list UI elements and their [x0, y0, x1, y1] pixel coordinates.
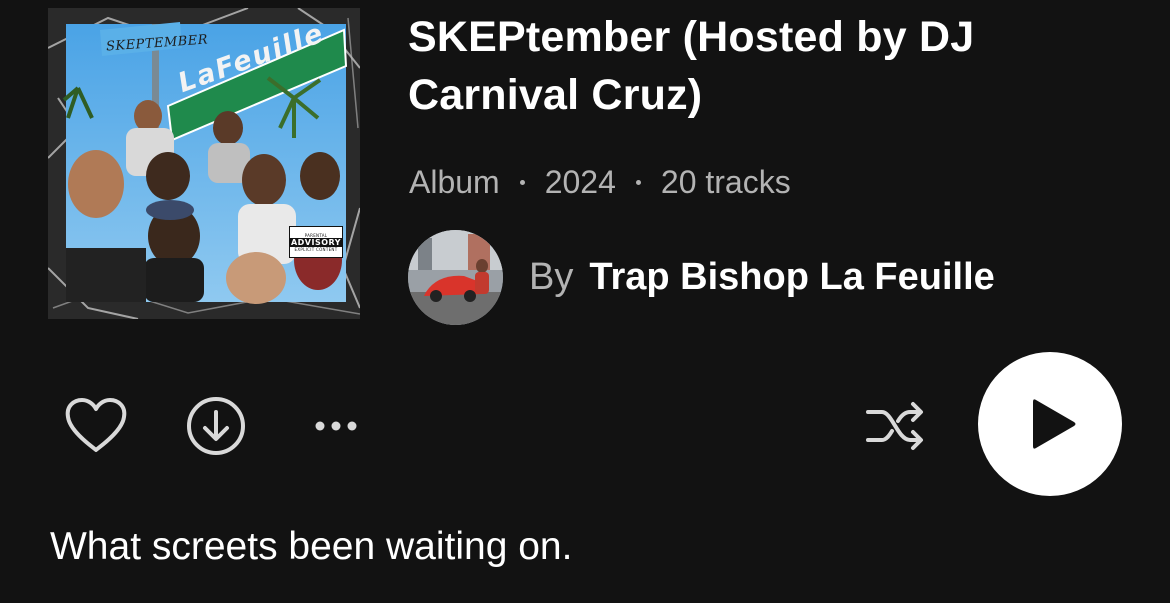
download-circle-icon — [187, 397, 245, 455]
album-description: What screets been waiting on. — [50, 525, 573, 568]
artist-row[interactable]: By Trap Bishop La Feuille — [408, 230, 995, 325]
play-icon — [1033, 399, 1076, 449]
like-button[interactable] — [62, 394, 130, 458]
heart-outline-icon — [65, 398, 127, 452]
album-type: Album — [409, 164, 500, 200]
album-title: SKEPtember (Hosted by DJ Carnival Cruz) — [408, 13, 975, 119]
meta-separator-dot — [635, 179, 641, 185]
album-track-count: 20 tracks — [660, 164, 791, 200]
artist-name-link[interactable]: Trap Bishop La Feuille — [589, 256, 994, 299]
artist-avatar-image — [408, 230, 503, 325]
album-meta: Album 2024 20 tracks — [409, 160, 791, 204]
download-button[interactable] — [184, 394, 248, 458]
album-cover: SKEPTEMBER LaFeuille PARENTAL ADVISORY E… — [48, 8, 360, 319]
more-options-button[interactable] — [304, 404, 368, 448]
shuffle-button[interactable] — [860, 396, 932, 456]
advisory-main-text: ADVISORY — [290, 237, 342, 247]
artist-avatar[interactable] — [408, 230, 503, 325]
shuffle-icon — [866, 402, 923, 450]
advisory-bottom-text: EXPLICIT CONTENT — [294, 246, 338, 252]
play-button[interactable] — [978, 352, 1122, 496]
album-year: 2024 — [544, 164, 616, 200]
meta-separator-dot — [519, 179, 525, 185]
more-horizontal-icon — [315, 421, 357, 431]
parental-advisory-label: PARENTAL ADVISORY EXPLICIT CONTENT — [289, 226, 343, 258]
by-label: By — [529, 256, 574, 298]
album-cover-art — [48, 8, 360, 319]
